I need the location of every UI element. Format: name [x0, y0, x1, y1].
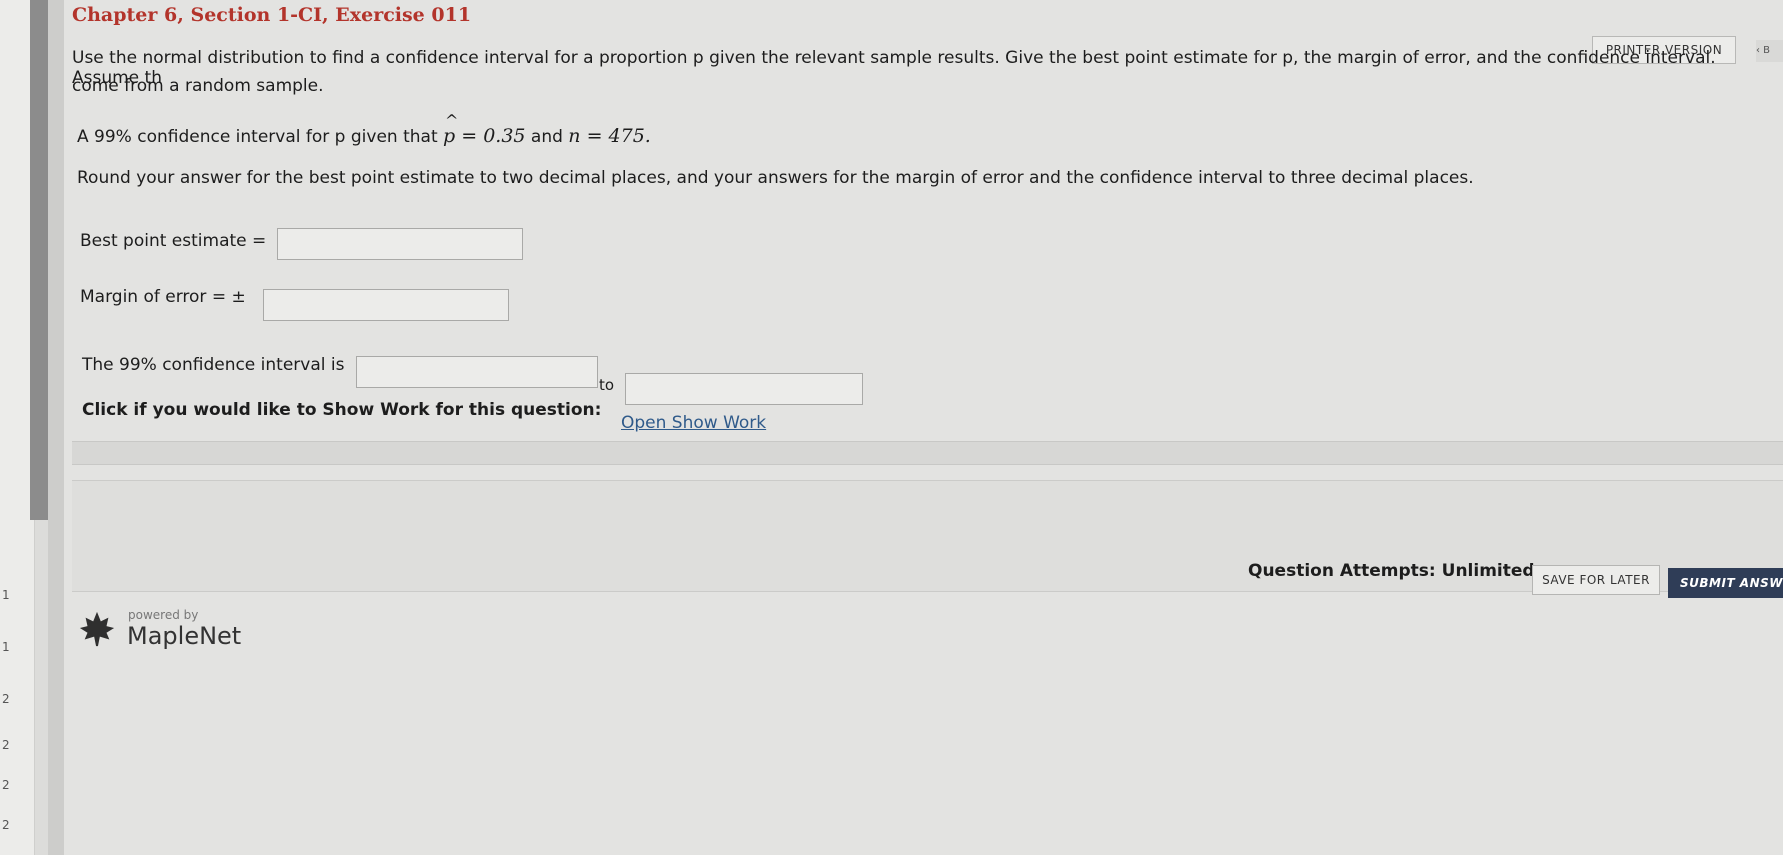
n-value: n = 475.: [568, 125, 651, 147]
powered-by-label: powered by: [128, 608, 199, 622]
interval-lower-input[interactable]: [356, 356, 598, 388]
interval-to: to: [599, 376, 615, 394]
open-show-work-link[interactable]: Open Show Work: [621, 413, 766, 433]
rounding-instructions: Round your answer for the best point est…: [77, 168, 1474, 188]
margin-tick: 1: [2, 588, 10, 602]
best-point-input[interactable]: [277, 228, 523, 260]
p-hat-value: ^ p = 0.35: [443, 111, 526, 147]
margin-tick: 2: [2, 778, 10, 792]
show-work-label: Click if you would like to Show Work for…: [82, 400, 602, 420]
page-title: Chapter 6, Section 1-CI, Exercise 011: [72, 4, 472, 26]
save-for-later-button[interactable]: SAVE FOR LATER: [1532, 565, 1660, 595]
instructions-line1: Use the normal distribution to find a co…: [72, 48, 1716, 88]
question-prompt: A 99% confidence interval for p given th…: [77, 111, 651, 147]
prompt-and: and: [530, 127, 563, 147]
divider: [48, 0, 64, 855]
margin-input[interactable]: [263, 289, 509, 321]
margin-tick: 1: [2, 640, 10, 654]
interval-upper-input[interactable]: [625, 373, 863, 405]
prompt-prefix: A 99% confidence interval for p given th…: [77, 127, 438, 147]
margin-tick: 2: [2, 692, 10, 706]
question-attempts: Question Attempts: Unlimited: [1248, 561, 1535, 581]
maplenet-logo: MapleNet: [127, 622, 242, 650]
best-point-label: Best point estimate =: [80, 231, 267, 251]
instructions-line2: come from a random sample.: [72, 76, 324, 96]
margin-label: Margin of error = ±: [80, 287, 246, 307]
margin-tick: 2: [2, 738, 10, 752]
scrollbar[interactable]: [30, 0, 48, 520]
divider-strip: [72, 441, 1783, 465]
margin-tick: 2: [2, 818, 10, 832]
submit-answer-button[interactable]: SUBMIT ANSW: [1668, 568, 1783, 598]
maple-leaf-icon: [79, 611, 115, 647]
interval-label: The 99% confidence interval is: [82, 355, 345, 375]
